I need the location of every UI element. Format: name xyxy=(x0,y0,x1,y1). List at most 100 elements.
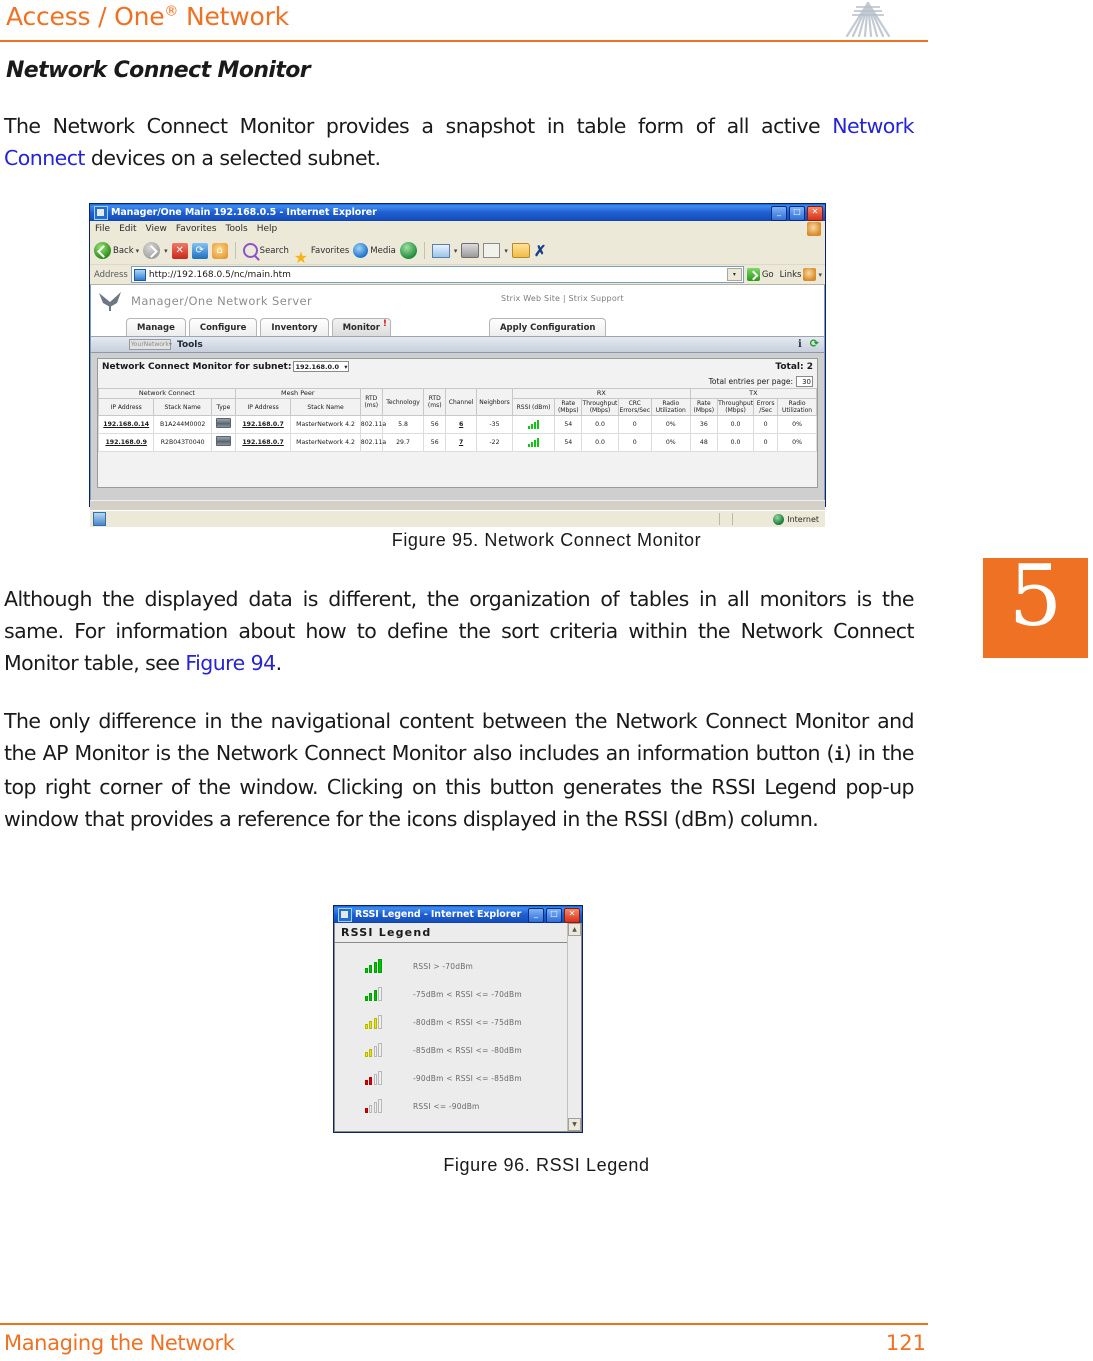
table-row[interactable]: 192.168.0.9 R2B043T0040 192.168.0.7 Mast… xyxy=(97,433,817,452)
favorites-label: Favorites xyxy=(310,245,350,256)
app-page-body: Network Connect Monitor for subnet: 192.… xyxy=(91,353,824,500)
rssi-legend-text: -80dBm < RSSI <= -75dBm xyxy=(413,1017,522,1027)
go-button[interactable]: Go xyxy=(746,268,777,281)
header-channel[interactable]: Channel xyxy=(445,388,477,416)
cell-rx-util: 0% xyxy=(650,415,691,434)
header-peer-ip-address[interactable]: IP Address xyxy=(234,398,292,416)
menu-tools[interactable]: Tools xyxy=(226,224,248,234)
refresh-icon[interactable]: ⟳ xyxy=(810,338,819,350)
header-neighbors[interactable]: Neighbors xyxy=(475,388,514,416)
forward-chevron-down-icon[interactable]: ▾ xyxy=(164,247,168,255)
header-rtd-1[interactable]: RTD (ms) xyxy=(359,388,383,416)
links-button[interactable]: Links ▾ xyxy=(780,268,825,281)
chevron-down-icon[interactable]: ▾ xyxy=(136,247,140,255)
forward-button[interactable] xyxy=(143,242,161,259)
links-chevron-down-icon[interactable]: ▾ xyxy=(818,271,822,279)
entries-per-page-input[interactable]: 30 xyxy=(796,375,813,387)
tab-monitor-alert-badge: ! xyxy=(382,319,387,329)
folder-icon[interactable] xyxy=(511,243,530,258)
menu-help[interactable]: Help xyxy=(257,224,278,234)
menu-file[interactable]: File xyxy=(95,224,110,234)
header-tx-rate[interactable]: Rate (Mbps) xyxy=(689,398,719,416)
signal-bars-1-red-icon xyxy=(364,1099,384,1113)
cell-rx-rate: 54 xyxy=(554,433,583,452)
menu-favorites[interactable]: Favorites xyxy=(176,224,217,234)
figure-94-link[interactable]: Figure 94 xyxy=(185,651,276,675)
rssi-maximize-button[interactable]: □ xyxy=(546,907,562,923)
header-rx-throughput[interactable]: Throughput (Mbps) xyxy=(581,398,619,416)
refresh-button[interactable]: ⟳ xyxy=(191,242,208,259)
cell-nc-ip[interactable]: 192.168.0.14 xyxy=(97,415,155,434)
address-dropdown-chevron-icon[interactable]: ▾ xyxy=(726,268,742,281)
print-icon[interactable] xyxy=(461,243,480,258)
header-rtd-2[interactable]: RTD (ms) xyxy=(423,388,447,416)
tab-monitor[interactable]: Monitor ! xyxy=(331,318,391,336)
table-row[interactable]: 192.168.0.14 B1A244M0002 192.168.0.7 Mas… xyxy=(97,415,817,434)
cell-neighbors[interactable]: 6 xyxy=(445,415,477,434)
subnet-select-chevron-down-icon: ▾ xyxy=(344,362,348,371)
minimize-button[interactable]: _ xyxy=(771,205,787,221)
stop-button[interactable]: ✕ xyxy=(171,242,188,259)
rssi-close-button[interactable]: ✕ xyxy=(564,907,580,923)
info-button[interactable]: i xyxy=(798,339,802,350)
header-tx-throughput[interactable]: Throughput (Mbps) xyxy=(717,398,755,416)
signal-bars-icon xyxy=(527,437,540,447)
rssi-minimize-button[interactable]: _ xyxy=(528,907,544,923)
header-rx-crc-errors[interactable]: CRC Errors/Sec xyxy=(617,398,652,416)
rssi-legend-list: RSSI > -70dBm -75dBm < RSSI <= -70dBm -8… xyxy=(335,943,581,1120)
mail-chevron-down-icon[interactable]: ▾ xyxy=(454,247,458,255)
tab-apply-configuration-label: Apply Configuration xyxy=(499,322,596,333)
close-button[interactable]: ✕ xyxy=(807,205,823,221)
tools-label[interactable]: Tools xyxy=(177,340,203,350)
cell-rx-throughput: 0.0 xyxy=(581,433,619,452)
cell-peer-ip[interactable]: 192.168.0.7 xyxy=(234,433,292,452)
tab-configure[interactable]: Configure xyxy=(188,318,258,336)
status-zone: Internet xyxy=(773,513,819,525)
messenger-icon[interactable]: ✗ xyxy=(534,243,547,258)
cell-rtd1: 802.11a xyxy=(359,433,386,452)
tab-apply-configuration[interactable]: Apply Configuration xyxy=(488,318,607,336)
cell-peer-ip[interactable]: 192.168.0.7 xyxy=(234,415,292,434)
header-tx-radio-utilization[interactable]: Radio Utilization xyxy=(777,398,817,416)
intro-text-a: The Network Connect Monitor provides a s… xyxy=(4,114,833,138)
menu-view[interactable]: View xyxy=(146,224,167,234)
tab-manage[interactable]: Manage xyxy=(126,318,186,336)
browser-statusbar: Internet xyxy=(90,510,825,527)
header-rssi-dbm[interactable]: RSSI (dBm) xyxy=(512,398,556,416)
header-tx-errors[interactable]: Errors /Sec xyxy=(753,398,779,416)
app-header-links[interactable]: Strix Web Site | Strix Support xyxy=(501,294,624,303)
tab-inventory[interactable]: Inventory xyxy=(260,318,329,336)
scroll-up-arrow-icon[interactable]: ▲ xyxy=(568,923,581,936)
search-button[interactable]: Search xyxy=(242,243,289,258)
header-technology[interactable]: Technology xyxy=(381,388,425,416)
header-rx-radio-utilization[interactable]: Radio Utilization xyxy=(650,398,691,416)
signal-bars-3-yellow-icon xyxy=(364,1015,384,1029)
network-select[interactable]: YourNetwork ▾ xyxy=(129,339,172,350)
media-button[interactable]: Media xyxy=(353,243,396,258)
address-input[interactable]: http://192.168.0.5/nc/main.htm ▾ xyxy=(130,266,744,283)
subnet-select[interactable]: 192.168.0.0 ▾ xyxy=(293,361,350,372)
edit-icon[interactable] xyxy=(483,243,501,258)
rssi-vertical-scrollbar[interactable]: ▲ ▼ xyxy=(567,923,581,1131)
edit-chevron-down-icon[interactable]: ▾ xyxy=(504,247,508,255)
panel-header: Network Connect Monitor for subnet: 192.… xyxy=(98,359,817,374)
figure-95-browser-screenshot: Manager/One Main 192.168.0.5 - Internet … xyxy=(89,203,826,527)
header-nc-ip-address[interactable]: IP Address xyxy=(97,398,155,416)
back-button[interactable]: Back ▾ xyxy=(94,242,139,259)
header-type[interactable]: Type xyxy=(210,398,236,416)
maximize-button[interactable]: □ xyxy=(789,205,805,221)
header-peer-stack-name[interactable]: Stack Name xyxy=(290,398,361,416)
cell-nc-ip[interactable]: 192.168.0.9 xyxy=(97,433,155,452)
horizontal-scrollbar[interactable] xyxy=(90,500,825,510)
home-button[interactable]: ⌂ xyxy=(211,242,228,259)
menu-edit[interactable]: Edit xyxy=(119,224,136,234)
history-button[interactable] xyxy=(399,242,417,259)
header-rx-rate[interactable]: Rate (Mbps) xyxy=(554,398,583,416)
mail-icon[interactable] xyxy=(431,243,450,258)
registered-mark: ® xyxy=(164,3,179,20)
cell-rx-crc: 0 xyxy=(617,415,652,434)
favorites-button[interactable]: ★ Favorites xyxy=(293,245,350,266)
scroll-down-arrow-icon[interactable]: ▼ xyxy=(568,1118,581,1131)
header-nc-stack-name[interactable]: Stack Name xyxy=(153,398,212,416)
cell-neighbors[interactable]: 7 xyxy=(445,433,477,452)
